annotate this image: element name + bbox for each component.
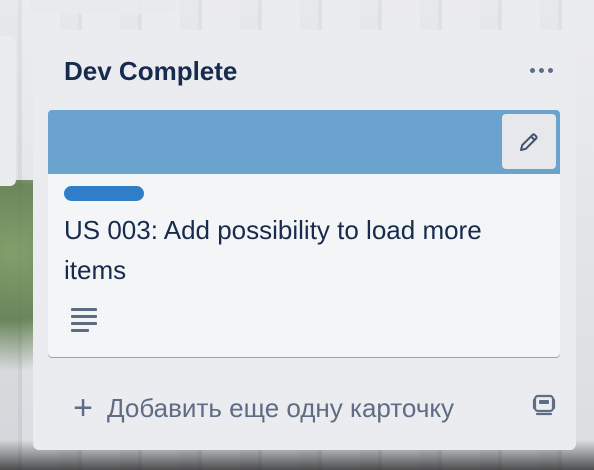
list-dev-complete: Dev Complete US 003: Add possibility to … (33, 30, 576, 450)
list-header: Dev Complete (33, 30, 576, 110)
list-menu-button[interactable] (526, 58, 556, 82)
list-title[interactable]: Dev Complete (64, 56, 237, 87)
card-template-button[interactable] (529, 390, 559, 420)
card[interactable]: US 003: Add possibility to load more ite… (48, 110, 560, 357)
add-card-button[interactable]: + Добавить еще одну карточку (69, 388, 454, 428)
neighbor-list-top (30, 0, 175, 14)
card-template-icon (532, 394, 556, 416)
neighbor-list-edge (0, 36, 16, 186)
description-icon (71, 308, 97, 332)
add-card-label: Добавить еще одну карточку (107, 392, 455, 423)
card-cover (48, 110, 560, 174)
card-label[interactable] (64, 186, 144, 201)
edit-card-button[interactable] (502, 114, 556, 169)
pencil-icon (520, 132, 538, 151)
card-title: US 003: Add possibility to load more ite… (64, 215, 482, 285)
plus-icon: + (73, 389, 93, 427)
ellipsis-icon (529, 67, 535, 73)
